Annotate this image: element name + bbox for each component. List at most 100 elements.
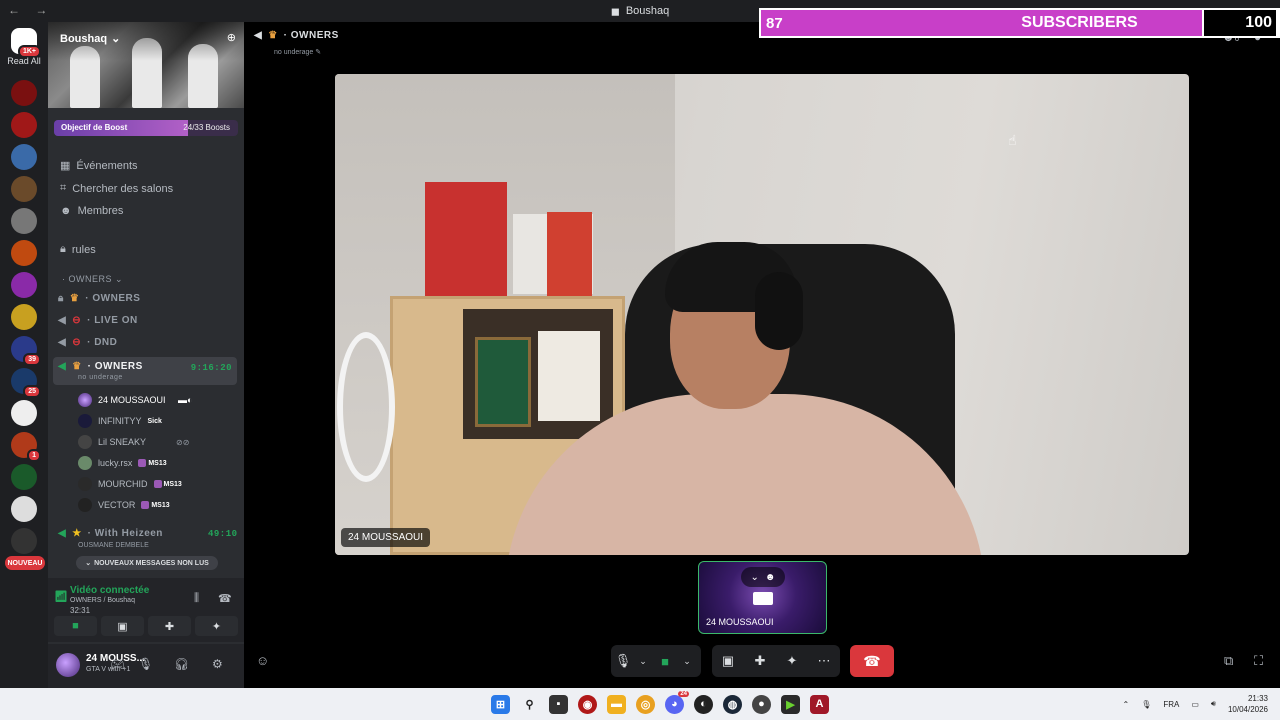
disconnect-button[interactable]: ☎︎ — [850, 645, 894, 677]
server-icon[interactable] — [11, 400, 37, 426]
server-icon[interactable] — [11, 272, 37, 298]
camera-button[interactable]: ■ — [54, 616, 97, 636]
voice-stage: ◀︎ ♛ · OWNERS no underage ✎ ☻6 ● 24 MOUS… — [244, 22, 1280, 688]
speaker-icon: ◀︎ — [58, 337, 67, 348]
unread-label: NOUVEAUX MESSAGES NON LUS — [94, 559, 209, 567]
network-icon[interactable]: ▭ — [1191, 700, 1199, 709]
voice-member[interactable]: Lil SNEAKY ⊘⊘ — [78, 435, 189, 449]
file-explorer-icon[interactable]: ▬ — [607, 694, 626, 714]
soundboard-button[interactable]: ✦ — [776, 645, 808, 677]
task-view-icon[interactable]: ▪ — [549, 694, 568, 714]
voice-member[interactable]: MOURCHID MS13 — [78, 477, 182, 491]
server-icon[interactable] — [11, 80, 37, 106]
popout-icon[interactable]: ⧉ — [1224, 653, 1233, 669]
voice-member[interactable]: INFINITYY Sick — [78, 414, 162, 428]
screen-share-button[interactable]: ▣ — [101, 616, 144, 636]
self-video-tile[interactable]: ⌄ ☻ 24 MOUSSAOUI — [698, 561, 827, 634]
chevron-up-icon[interactable]: ⌃ — [1122, 700, 1129, 709]
server-name-header[interactable]: Boushaq ⌄ — [60, 32, 120, 46]
chevron-down-icon: ⌄ — [85, 560, 92, 567]
history-nav[interactable]: ← → — [8, 3, 53, 17]
fullscreen-icon[interactable]: ⛶ — [1254, 653, 1263, 669]
direct-messages-icon[interactable]: 1K+ — [11, 28, 41, 58]
adobe-icon[interactable]: A — [810, 694, 829, 714]
windows-start-icon[interactable]: ⊞ — [491, 694, 510, 714]
soundboard-button[interactable]: ✦ — [195, 616, 238, 636]
server-icon[interactable] — [11, 112, 37, 138]
voice-channel[interactable]: ◀︎ ⊖ · LIVE ON — [58, 315, 138, 326]
server-icon[interactable] — [11, 528, 37, 554]
voice-channel[interactable]: ◀︎ ★ · With Heizeen 49:10 — [58, 528, 237, 539]
microphone-icon[interactable]: 🎙︎ — [138, 657, 153, 671]
subscriber-goal-overlay: 87 SUBSCRIBERS 100 — [759, 8, 1280, 38]
user-avatar[interactable] — [56, 653, 80, 677]
read-all-label[interactable]: Read All — [0, 56, 48, 66]
more-options-button[interactable]: ⋯ — [808, 645, 840, 677]
channel-rules[interactable]: 🔒︎ rules — [60, 243, 96, 256]
invite-user-icon[interactable]: ☺︎ — [256, 653, 269, 668]
server-icon[interactable]: 25 — [11, 368, 41, 398]
server-icon[interactable]: 39 — [11, 336, 41, 366]
gamepad-icon[interactable]: 🎮︎ — [110, 657, 125, 671]
server-icon[interactable] — [11, 144, 37, 170]
noise-suppression-icon[interactable]: ⫼ — [194, 592, 199, 605]
app-icon[interactable]: ◉ — [578, 694, 597, 714]
steam-icon[interactable]: ◍ — [723, 694, 742, 714]
new-badge[interactable]: NOUVEAU — [5, 556, 45, 570]
voice-channel[interactable]: ◀︎ ⊖ · DND — [58, 337, 117, 348]
crown-icon: ♛ — [268, 30, 278, 41]
tag-label: MS13 — [148, 459, 167, 467]
voice-member[interactable]: VECTOR MS13 — [78, 498, 170, 512]
video-box — [425, 182, 507, 297]
language-indicator[interactable]: FRA — [1163, 700, 1179, 709]
signal-icon[interactable]: 📶︎ — [54, 590, 68, 603]
main-video-feed[interactable]: 24 MOUSSAOUI — [335, 74, 1189, 555]
voice-member[interactable]: lucky.rsx MS13 — [78, 456, 167, 470]
microphone-button[interactable]: 🎙︎ — [611, 645, 635, 677]
mic-options-chevron[interactable]: ⌄ — [635, 645, 651, 677]
tile-controls[interactable]: ⌄ ☻ — [741, 567, 785, 587]
unread-messages-pill[interactable]: ⌄ NOUVEAUX MESSAGES NON LUS — [76, 556, 218, 570]
activities-button[interactable]: ✚ — [148, 616, 191, 636]
headphones-icon[interactable]: 🎧︎ — [174, 657, 189, 671]
server-icon[interactable] — [11, 304, 37, 330]
mention-badge: 25 — [23, 385, 41, 398]
server-icon-boushaq[interactable] — [11, 208, 37, 234]
pencil-icon[interactable]: ✎ — [315, 49, 321, 56]
camera-button[interactable]: ■ — [651, 645, 679, 677]
voice-channel[interactable]: 🔒︎ ♛ · OWNERS — [58, 293, 140, 304]
disconnect-icon[interactable]: ☎︎ — [218, 592, 232, 605]
obs-icon[interactable]: ● — [752, 694, 771, 714]
tag-label: MS13 — [163, 480, 182, 488]
terminal-icon[interactable]: ▶ — [781, 694, 800, 714]
avatar — [78, 456, 92, 470]
server-icon[interactable]: 1 — [11, 432, 41, 462]
nav-members[interactable]: ☻ Membres — [60, 205, 123, 217]
voice-channel-active[interactable]: ◀︎ ♛ · OWNERS 9:16:20 no underage — [53, 357, 237, 385]
github-icon[interactable]: ◐ — [694, 694, 713, 714]
settings-gear-icon[interactable]: ⚙ — [212, 657, 223, 671]
clock-time: 21:33 — [1247, 694, 1268, 703]
chrome-icon[interactable]: ◎ — [636, 694, 655, 714]
server-icon[interactable] — [11, 176, 37, 202]
activities-button[interactable]: ✚ — [744, 645, 776, 677]
microphone-tray-icon[interactable]: 🎙︎ — [1141, 700, 1151, 709]
screen-share-button[interactable]: ▣ — [712, 645, 744, 677]
add-member-icon[interactable]: ⊕ — [227, 31, 236, 44]
nav-browse-channels[interactable]: ⌗ Chercher des salons — [60, 182, 173, 195]
voice-member[interactable]: 24 MOUSSAOUI ▬◐ — [78, 393, 192, 407]
camera-options-chevron[interactable]: ⌄ — [679, 645, 695, 677]
server-icon[interactable] — [11, 464, 37, 490]
voice-channel-name: OWNERS — [92, 293, 141, 304]
category-owners[interactable]: · OWNERS ⌄ — [62, 274, 123, 285]
volume-icon[interactable]: 🔊︎ — [1211, 699, 1216, 709]
nav-events[interactable]: ▦ Événements — [60, 159, 138, 173]
clock[interactable]: 21:33 10/04/2026 — [1228, 693, 1268, 715]
server-icon[interactable] — [11, 240, 37, 266]
crown-icon: ♛ — [72, 361, 82, 372]
server-icon[interactable] — [11, 496, 37, 522]
voice-action-buttons: ■ ▣ ✚ ✦ — [54, 616, 238, 636]
search-icon[interactable]: ⚲ — [520, 695, 539, 714]
discord-icon[interactable]: ◕ 24 — [665, 690, 689, 714]
boost-goal[interactable]: Objectif de Boost 24/33 Boosts — [54, 120, 238, 136]
